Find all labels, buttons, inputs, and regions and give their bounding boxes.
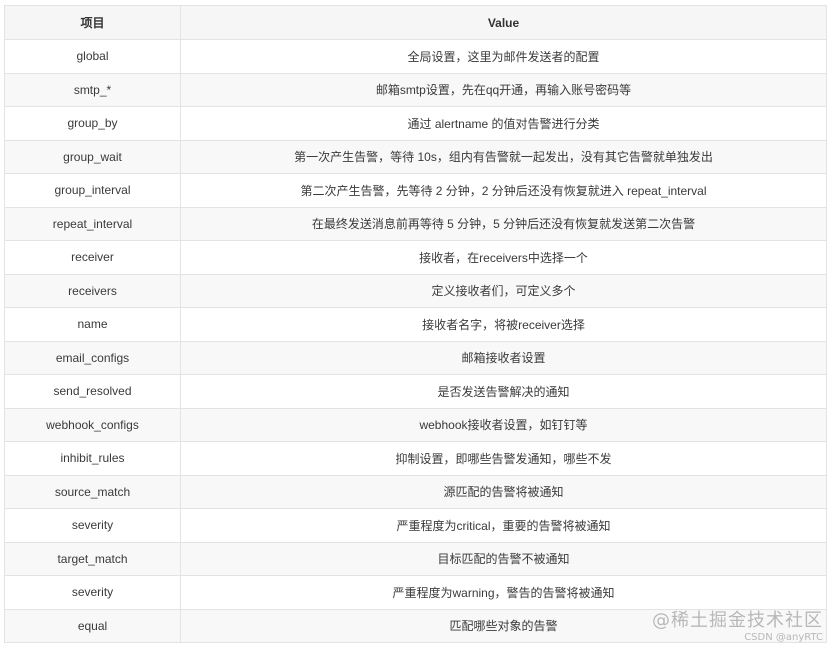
- row-value: 第二次产生告警，先等待 2 分钟，2 分钟后还没有恢复就进入 repeat_in…: [180, 173, 827, 208]
- row-key: severity: [4, 575, 181, 610]
- table-header-row: 项目 Value: [4, 5, 827, 40]
- table-row: group_by 通过 alertname 的值对告警进行分类: [4, 106, 827, 141]
- table-row: severity 严重程度为warning，警告的告警将被通知: [4, 575, 827, 610]
- row-key: severity: [4, 508, 181, 543]
- row-value: 目标匹配的告警不被通知: [180, 541, 827, 576]
- table-row: webhook_configs webhook接收者设置，如钉钉等: [4, 407, 827, 442]
- row-value: 严重程度为warning，警告的告警将被通知: [180, 575, 827, 610]
- row-key: group_wait: [4, 139, 181, 174]
- row-value: 全局设置，这里为邮件发送者的配置: [180, 39, 827, 74]
- table-row: receivers 定义接收者们，可定义多个: [4, 273, 827, 308]
- row-value: 是否发送告警解决的通知: [180, 374, 827, 409]
- row-key: target_match: [4, 541, 181, 576]
- table-row: group_wait 第一次产生告警，等待 10s，组内有告警就一起发出，没有其…: [4, 139, 827, 174]
- row-value: 第一次产生告警，等待 10s，组内有告警就一起发出，没有其它告警就单独发出: [180, 139, 827, 174]
- row-key: receiver: [4, 240, 181, 275]
- row-value: 严重程度为critical，重要的告警将被通知: [180, 508, 827, 543]
- row-key: global: [4, 39, 181, 74]
- header-item: 项目: [4, 5, 181, 40]
- row-value: 邮箱接收者设置: [180, 340, 827, 375]
- table-row: source_match 源匹配的告警将被通知: [4, 474, 827, 509]
- row-key: group_interval: [4, 173, 181, 208]
- row-key: send_resolved: [4, 374, 181, 409]
- table-row: target_match 目标匹配的告警不被通知: [4, 541, 827, 576]
- row-key: receivers: [4, 273, 181, 308]
- row-key: equal: [4, 608, 181, 643]
- table-row: receiver 接收者，在receivers中选择一个: [4, 240, 827, 275]
- config-table: 项目 Value global 全局设置，这里为邮件发送者的配置 smtp_* …: [4, 5, 827, 643]
- row-key: group_by: [4, 106, 181, 141]
- table-row: smtp_* 邮箱smtp设置，先在qq开通，再输入账号密码等: [4, 72, 827, 107]
- row-key: repeat_interval: [4, 206, 181, 241]
- row-value: 在最终发送消息前再等待 5 分钟，5 分钟后还没有恢复就发送第二次告警: [180, 206, 827, 241]
- table-row: send_resolved 是否发送告警解决的通知: [4, 374, 827, 409]
- row-value: 接收者，在receivers中选择一个: [180, 240, 827, 275]
- table-row: group_interval 第二次产生告警，先等待 2 分钟，2 分钟后还没有…: [4, 173, 827, 208]
- table-row: name 接收者名字，将被receiver选择: [4, 307, 827, 342]
- row-key: inhibit_rules: [4, 441, 181, 476]
- row-value: webhook接收者设置，如钉钉等: [180, 407, 827, 442]
- header-value: Value: [180, 5, 827, 40]
- row-value: 接收者名字，将被receiver选择: [180, 307, 827, 342]
- row-key: smtp_*: [4, 72, 181, 107]
- row-key: source_match: [4, 474, 181, 509]
- row-value: 源匹配的告警将被通知: [180, 474, 827, 509]
- table-row: inhibit_rules 抑制设置，即哪些告警发通知，哪些不发: [4, 441, 827, 476]
- table-row: severity 严重程度为critical，重要的告警将被通知: [4, 508, 827, 543]
- table-body: global 全局设置，这里为邮件发送者的配置 smtp_* 邮箱smtp设置，…: [4, 39, 827, 643]
- row-value: 定义接收者们，可定义多个: [180, 273, 827, 308]
- row-value: 通过 alertname 的值对告警进行分类: [180, 106, 827, 141]
- row-value: 匹配哪些对象的告警: [180, 608, 827, 643]
- table-row: global 全局设置，这里为邮件发送者的配置: [4, 39, 827, 74]
- row-value: 邮箱smtp设置，先在qq开通，再输入账号密码等: [180, 72, 827, 107]
- table-row: repeat_interval 在最终发送消息前再等待 5 分钟，5 分钟后还没…: [4, 206, 827, 241]
- row-key: name: [4, 307, 181, 342]
- table-row: email_configs 邮箱接收者设置: [4, 340, 827, 375]
- row-value: 抑制设置，即哪些告警发通知，哪些不发: [180, 441, 827, 476]
- row-key: email_configs: [4, 340, 181, 375]
- table-row: equal 匹配哪些对象的告警: [4, 608, 827, 643]
- row-key: webhook_configs: [4, 407, 181, 442]
